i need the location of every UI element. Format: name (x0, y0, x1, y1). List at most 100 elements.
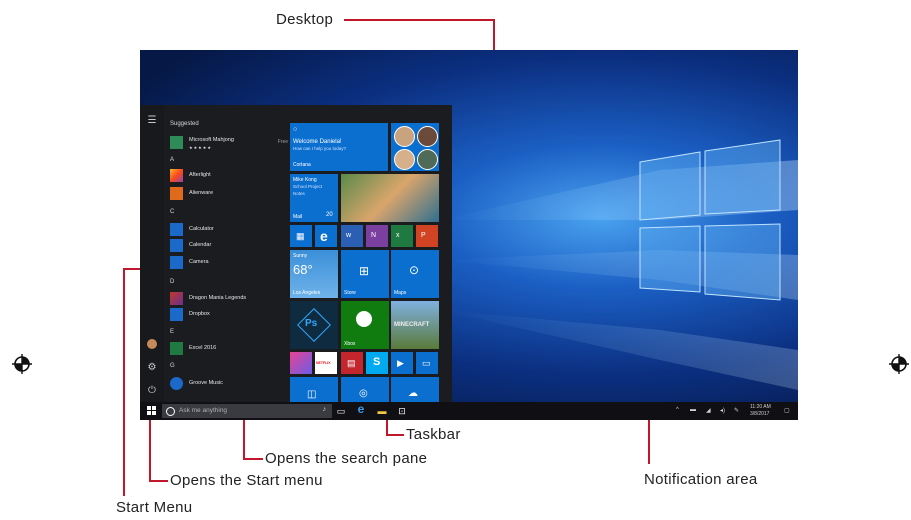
calendar-icon (170, 239, 183, 252)
start-windows-icon[interactable] (146, 406, 156, 416)
leader-search-v (243, 420, 245, 459)
app-item-camera[interactable]: Camera (170, 256, 288, 269)
leader-start-h (149, 480, 168, 482)
mail-count: 20 (326, 212, 333, 218)
app-item-dropbox[interactable]: Dropbox (170, 308, 288, 321)
tile-onedrive[interactable]: ☁ (391, 377, 439, 402)
tile-store[interactable]: ⊞ Store (341, 250, 389, 298)
show-hidden-icons-chevron-icon[interactable]: ^ (676, 407, 679, 413)
contact-avatar (394, 149, 415, 170)
tile-camera[interactable]: ◫ (290, 377, 338, 402)
tile-weather[interactable]: Sunny 68° Los Angeles (290, 250, 338, 298)
app-item-dragon-mania[interactable]: Dragon Mania Legends (170, 292, 288, 305)
app-item-mahjong[interactable]: Microsoft Mahjong ★★★★★ Free (170, 136, 288, 150)
app-name: Afterlight (189, 172, 211, 178)
news-icon: ▤ (347, 358, 356, 368)
app-item-excel[interactable]: Excel 2016 (170, 342, 288, 355)
user-avatar-icon[interactable] (147, 339, 157, 349)
leader-start-v (149, 420, 151, 481)
excel-icon (170, 342, 183, 355)
xbox-label: Xbox (344, 341, 356, 347)
tile-minecraft[interactable]: MINECRAFT (391, 301, 439, 349)
start-menu: ☰ ⚙ ⏻ Suggested Microsoft Mahjong ★★★★★ … (140, 105, 452, 402)
app-item-calculator[interactable]: Calculator (170, 223, 288, 236)
skype-icon: S (373, 356, 381, 368)
settings-gear-icon[interactable]: ⚙ (146, 362, 158, 374)
afterlight-icon (170, 169, 183, 182)
tile-news[interactable]: ▤ (341, 352, 363, 374)
tile-word[interactable]: w (341, 225, 363, 247)
callout-taskbar: Taskbar (406, 426, 461, 443)
registration-mark-left-icon (12, 354, 32, 374)
pen-ink-icon[interactable]: ✎ (734, 407, 739, 414)
weather-temperature: 68° (293, 262, 313, 277)
tile-calendar[interactable]: ▦ (290, 225, 312, 247)
microphone-icon[interactable]: ♪ (323, 406, 327, 413)
store-taskbar-icon[interactable]: ⊡ (397, 406, 407, 416)
battery-icon[interactable]: ▬ (690, 407, 696, 413)
tile-edge[interactable]: e (315, 225, 337, 247)
clock-time[interactable]: 11:20 AM (750, 404, 771, 410)
task-view-icon[interactable]: ▭ (336, 406, 346, 416)
powerpoint-icon: P (421, 232, 426, 239)
volume-icon[interactable]: ◂) (720, 407, 725, 414)
action-center-icon[interactable]: ▢ (784, 407, 790, 414)
app-item-calendar[interactable]: Calendar (170, 239, 288, 252)
network-icon[interactable]: ◢ (706, 407, 711, 414)
rating-stars: ★★★★★ (189, 145, 212, 150)
tile-photoshop[interactable]: Ps (290, 301, 338, 349)
app-name: Excel 2016 (189, 345, 217, 351)
camera-icon: ◫ (307, 389, 317, 400)
callout-start-menu: Start Menu (116, 499, 193, 516)
file-explorer-icon[interactable]: ▬ (377, 406, 387, 416)
tile-onenote[interactable]: N (366, 225, 388, 247)
weather-condition: Sunny (293, 253, 308, 259)
clock-date[interactable]: 3/8/2017 (750, 411, 769, 417)
tile-netflix[interactable]: NETFLIX (315, 352, 337, 374)
onenote-icon: N (371, 232, 377, 239)
tile-photos[interactable] (341, 174, 439, 222)
tile-skype[interactable]: S (366, 352, 388, 374)
group-letter: E (170, 329, 175, 335)
netflix-wordmark: NETFLIX (316, 361, 331, 365)
leader-taskbar-h (386, 434, 404, 436)
calendar-icon: ▦ (296, 231, 305, 241)
tile-cortana[interactable]: ○ Welcome Daniela! How can I help you to… (290, 123, 388, 171)
group-letter: D (170, 279, 175, 285)
callout-desktop: Desktop (276, 11, 334, 28)
hamburger-menu-icon[interactable]: ☰ (146, 115, 158, 127)
cortana-subtitle: How can I help you today? (293, 146, 347, 151)
connect-icon: ▭ (422, 358, 431, 368)
tile-connect[interactable]: ▭ (416, 352, 438, 374)
tile-people[interactable] (391, 123, 439, 171)
dropbox-icon (170, 308, 183, 321)
edge-taskbar-icon[interactable]: e (356, 403, 366, 415)
group-letter: G (170, 363, 175, 369)
photoshop-icon: Ps (305, 318, 318, 329)
callout-notification: Notification area (644, 471, 758, 488)
tile-mail[interactable]: Mike Kong School Project Notes Mail 20 (290, 174, 338, 222)
group-letter: C (170, 209, 175, 215)
power-icon[interactable]: ⏻ (146, 385, 158, 397)
tile-groove[interactable]: ◎ (341, 377, 389, 402)
desktop-screenshot: ☰ ⚙ ⏻ Suggested Microsoft Mahjong ★★★★★ … (140, 50, 798, 420)
app-name: Calculator (189, 226, 214, 232)
cortana-greeting: Welcome Daniela! (293, 139, 342, 145)
tile-powerpoint[interactable]: P (416, 225, 438, 247)
dragon-mania-icon (170, 292, 183, 305)
app-item-alienware[interactable]: Alienware (170, 187, 288, 200)
app-item-groove[interactable]: Groove Music (170, 377, 288, 390)
tile-maps[interactable]: ⊙ Maps (391, 250, 439, 298)
tile-excel[interactable]: x (391, 225, 413, 247)
tile-xbox[interactable]: Xbox (341, 301, 389, 349)
search-box[interactable]: Ask me anything ♪ (162, 404, 332, 418)
app-name: Microsoft Mahjong (189, 137, 234, 143)
app-name: Groove Music (189, 380, 223, 386)
minecraft-wordmark: MINECRAFT (394, 322, 430, 328)
tile-movies[interactable]: ▶ (391, 352, 413, 374)
cortana-search-icon (166, 407, 175, 416)
tile-picsart[interactable] (290, 352, 312, 374)
app-item-afterlight[interactable]: Afterlight (170, 169, 288, 182)
weather-city: Los Angeles (293, 290, 321, 296)
cortana-circle-icon: ○ (293, 126, 298, 133)
